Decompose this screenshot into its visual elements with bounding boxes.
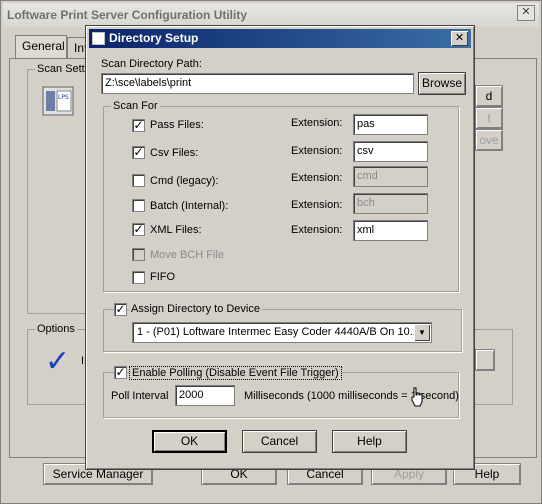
device-select-value: 1 - (P01) Loftware Intermec Easy Coder 4…	[137, 326, 419, 338]
pass-extension-label: Extension:	[291, 117, 343, 129]
pass-files-label: Pass Files:	[150, 119, 204, 131]
ok-button[interactable]: OK	[152, 430, 227, 453]
xml-extension-input[interactable]: xml	[353, 220, 428, 241]
polling-checkbox[interactable]: ✓	[114, 366, 127, 379]
options-side-button[interactable]	[475, 349, 495, 371]
batch-extension-label: Extension:	[291, 199, 343, 211]
polling-label: Enable Polling (Disable Event File Trigg…	[129, 366, 342, 380]
device-select[interactable]: 1 - (P01) Loftware Intermec Easy Coder 4…	[132, 322, 432, 343]
xml-files-label: XML Files:	[150, 224, 202, 236]
lps-icon-text: LPS	[58, 94, 69, 101]
fifo-label: FIFO	[150, 271, 176, 283]
fifo-checkbox[interactable]	[132, 271, 145, 284]
xml-extension-label: Extension:	[291, 224, 343, 236]
dialog-titlebar: Directory Setup ✕	[89, 29, 471, 48]
csv-files-checkbox[interactable]: ✓	[132, 146, 145, 159]
parent-right-button-3[interactable]: ove	[475, 129, 503, 151]
parent-right-button-2[interactable]: t	[475, 107, 503, 129]
help-button[interactable]: Help	[332, 430, 407, 453]
cancel-button[interactable]: Cancel	[242, 430, 317, 453]
move-bch-label: Move BCH File	[150, 249, 224, 261]
checkmark-icon: ✓	[45, 345, 71, 378]
scan-path-input[interactable]: Z:\sce\labels\print	[101, 73, 414, 94]
cmd-legacy-label: Cmd (legacy):	[150, 175, 219, 187]
assign-device-checkbox[interactable]: ✓	[114, 303, 127, 316]
scan-path-label: Scan Directory Path:	[101, 58, 202, 70]
poll-interval-label: Poll Interval	[111, 390, 169, 402]
dropdown-arrow-icon[interactable]: ▼	[414, 324, 430, 341]
xml-files-checkbox[interactable]: ✓	[132, 223, 145, 236]
move-bch-checkbox[interactable]	[132, 248, 145, 261]
tab-general[interactable]: General	[15, 35, 67, 59]
assign-device-label: Assign Directory to Device	[129, 303, 262, 315]
dialog-app-icon	[92, 32, 105, 45]
parent-titlebar: Loftware Print Server Configuration Util…	[3, 3, 539, 27]
cmd-extension-input[interactable]: cmd	[353, 166, 428, 187]
milliseconds-note: Milliseconds (1000 milliseconds = 1 seco…	[244, 390, 459, 402]
parent-close-button[interactable]: ✕	[517, 5, 535, 21]
batch-internal-label: Batch (Internal):	[150, 200, 229, 212]
cmd-extension-label: Extension:	[291, 172, 343, 184]
options-label: Options	[35, 323, 77, 335]
scan-settings-label: Scan Sett	[35, 63, 87, 75]
batch-internal-checkbox[interactable]	[132, 199, 145, 212]
csv-files-label: Csv Files:	[150, 147, 199, 159]
dialog-title: Directory Setup	[109, 31, 199, 45]
csv-extension-label: Extension:	[291, 145, 343, 157]
poll-interval-input[interactable]: 2000	[175, 385, 235, 406]
parent-title: Loftware Print Server Configuration Util…	[7, 8, 248, 22]
batch-extension-input[interactable]: bch	[353, 193, 428, 214]
close-icon[interactable]: ✕	[451, 31, 468, 46]
pass-extension-input[interactable]: pas	[353, 114, 428, 135]
cmd-legacy-checkbox[interactable]	[132, 174, 145, 187]
scan-for-title: Scan For	[111, 100, 160, 112]
lps-server-icon: LPS	[42, 86, 74, 116]
pass-files-checkbox[interactable]: ✓	[132, 119, 145, 132]
csv-extension-input[interactable]: csv	[353, 141, 428, 162]
browse-button[interactable]: Browse	[418, 72, 466, 95]
options-text-fragment: I	[81, 355, 85, 367]
parent-right-button-1[interactable]: d	[475, 85, 503, 107]
mouse-cursor-icon	[411, 387, 423, 407]
